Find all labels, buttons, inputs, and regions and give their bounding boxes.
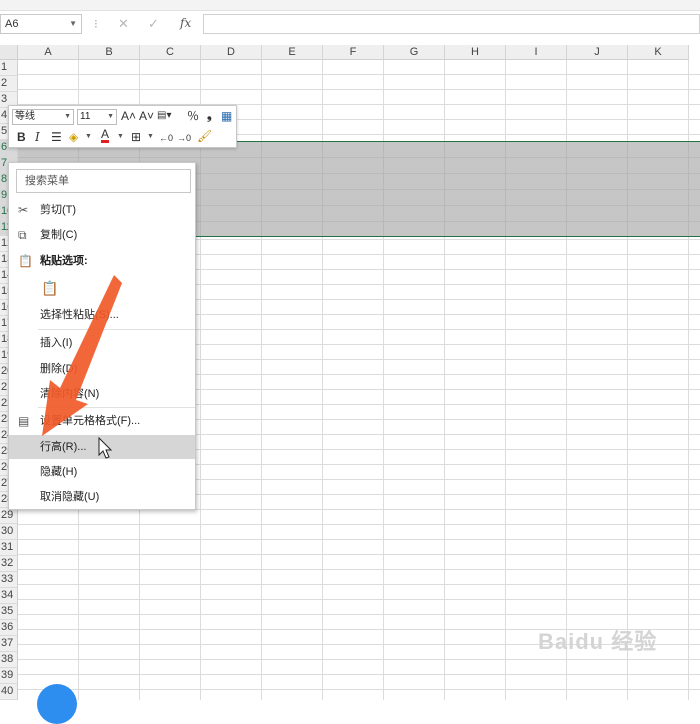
- column-header[interactable]: H: [445, 45, 506, 60]
- menu-item-label: 选择性粘贴(S)...: [40, 309, 119, 321]
- font-size-select[interactable]: 11 ▼: [77, 109, 117, 125]
- row-header[interactable]: 35: [0, 604, 18, 620]
- increase-decimal-icon[interactable]: →0: [177, 131, 191, 145]
- accounting-format-icon[interactable]: ▤▾: [157, 109, 171, 123]
- row-header[interactable]: 29: [0, 508, 18, 524]
- row-header[interactable]: 31: [0, 540, 18, 556]
- column-header[interactable]: A: [18, 45, 79, 60]
- name-box[interactable]: A6 ▼: [0, 14, 82, 34]
- menu-item-label: 剪切(T): [40, 204, 77, 216]
- mini-toolbar: 等线 ▼ 11 ▼ A˄ A˅ ▤▾ ％ ❟ ▦ B I ☰ ◈ ▼ A ▼ ⊞…: [8, 105, 237, 148]
- row-header[interactable]: 39: [0, 668, 18, 684]
- chevron-down-icon[interactable]: ▼: [107, 110, 114, 124]
- borders-icon[interactable]: ⊞: [131, 130, 141, 144]
- search-menu-input[interactable]: 搜索菜单: [16, 169, 191, 193]
- column-header[interactable]: C: [140, 45, 201, 60]
- menu-item-paste-special[interactable]: 选择性粘贴(S)...: [9, 303, 195, 327]
- menu-item-cut[interactable]: ✂ 剪切(T): [9, 198, 195, 222]
- menu-separator: [38, 329, 195, 330]
- table-style-icon[interactable]: ▦: [221, 109, 232, 123]
- column-header[interactable]: G: [384, 45, 445, 60]
- italic-icon[interactable]: I: [35, 130, 40, 144]
- name-box-value: A6: [5, 18, 19, 30]
- menu-item-label: 清除内容(N): [40, 388, 100, 400]
- more-options-icon: ⁝: [94, 17, 98, 31]
- row-header[interactable]: 33: [0, 572, 18, 588]
- row-header[interactable]: 38: [0, 652, 18, 668]
- fill-color-icon[interactable]: ◈: [69, 130, 78, 144]
- decrease-font-icon[interactable]: A˅: [139, 109, 154, 123]
- menu-item-delete[interactable]: 删除(D): [9, 357, 195, 381]
- chevron-down-icon[interactable]: ▼: [64, 110, 71, 124]
- menu-item-label: 隐藏(H): [40, 466, 78, 478]
- context-menu: 搜索菜单 ✂ 剪切(T) ⧉ 复制(C) 📋 粘贴选项: 📋 选择性粘贴(S).…: [8, 162, 196, 510]
- row-header[interactable]: 2: [0, 76, 18, 92]
- row-header[interactable]: 32: [0, 556, 18, 572]
- format-painter-icon[interactable]: 🖌: [197, 129, 212, 143]
- paste-clipboard-icon: 📋: [41, 280, 59, 296]
- watermark: Baidu 经验: [538, 629, 658, 654]
- menu-item-label: 粘贴选项:: [40, 255, 88, 267]
- copy-icon: ⧉: [18, 228, 27, 242]
- cancel-icon[interactable]: ✕: [118, 16, 129, 32]
- row-header[interactable]: 36: [0, 620, 18, 636]
- bold-icon[interactable]: B: [17, 130, 26, 144]
- formula-input[interactable]: [203, 14, 700, 34]
- chevron-down-icon[interactable]: ▼: [85, 130, 92, 144]
- column-header[interactable]: J: [567, 45, 628, 60]
- chevron-down-icon[interactable]: ▼: [147, 130, 154, 144]
- menu-header-paste-options: 📋 粘贴选项:: [9, 249, 195, 273]
- column-header[interactable]: F: [323, 45, 384, 60]
- menu-item-row-height[interactable]: 行高(R)...: [9, 435, 195, 459]
- font-size-value: 11: [80, 111, 91, 122]
- floating-action-button[interactable]: [37, 684, 77, 724]
- menu-item-label: 复制(C): [40, 229, 78, 241]
- format-cells-icon: ▤: [18, 414, 30, 428]
- menu-item-unhide[interactable]: 取消隐藏(U): [9, 485, 195, 509]
- row-header[interactable]: 34: [0, 588, 18, 604]
- menu-item-label: 设置单元格格式(F)...: [40, 415, 141, 427]
- insert-function-icon[interactable]: fx: [180, 16, 191, 30]
- increase-font-icon[interactable]: A˄: [121, 109, 136, 123]
- scissors-icon: ✂: [18, 203, 29, 217]
- decrease-decimal-icon[interactable]: ←0: [159, 131, 173, 145]
- row-header[interactable]: 1: [0, 60, 18, 76]
- chevron-down-icon[interactable]: ▼: [69, 15, 77, 33]
- column-header[interactable]: I: [506, 45, 567, 60]
- column-header[interactable]: K: [628, 45, 689, 60]
- font-color-icon[interactable]: A: [101, 128, 110, 143]
- align-icon[interactable]: ☰: [51, 130, 62, 144]
- paste-values-button[interactable]: 📋: [9, 277, 195, 303]
- clipboard-icon: 📋: [18, 254, 33, 268]
- column-header[interactable]: D: [201, 45, 262, 60]
- chevron-down-icon[interactable]: ▼: [117, 130, 124, 144]
- ribbon-edge: [0, 0, 700, 11]
- menu-item-hide[interactable]: 隐藏(H): [9, 460, 195, 484]
- menu-item-label: 取消隐藏(U): [40, 491, 100, 503]
- menu-item-label: 插入(I): [40, 337, 73, 349]
- formula-bar: A6 ▼ ⁝ ✕ ✓ fx: [0, 12, 700, 38]
- comma-style-icon[interactable]: ❟: [207, 108, 212, 122]
- menu-item-copy[interactable]: ⧉ 复制(C): [9, 223, 195, 247]
- menu-item-label: 删除(D): [40, 363, 78, 375]
- row-header[interactable]: 37: [0, 636, 18, 652]
- enter-icon[interactable]: ✓: [148, 16, 159, 32]
- menu-separator: [38, 407, 195, 408]
- column-header[interactable]: E: [262, 45, 323, 60]
- select-all-corner[interactable]: [0, 45, 18, 60]
- column-header[interactable]: B: [79, 45, 140, 60]
- font-name-select[interactable]: 等线 ▼: [12, 109, 74, 125]
- menu-item-insert[interactable]: 插入(I): [9, 331, 195, 355]
- font-name-value: 等线: [15, 111, 35, 122]
- percent-icon[interactable]: ％: [187, 109, 199, 123]
- menu-item-clear-contents[interactable]: 清除内容(N): [9, 382, 195, 406]
- row-header[interactable]: 30: [0, 524, 18, 540]
- menu-item-label: 行高(R)...: [40, 441, 87, 453]
- row-header[interactable]: 40: [0, 684, 18, 700]
- menu-item-format-cells[interactable]: ▤ 设置单元格格式(F)...: [9, 409, 195, 433]
